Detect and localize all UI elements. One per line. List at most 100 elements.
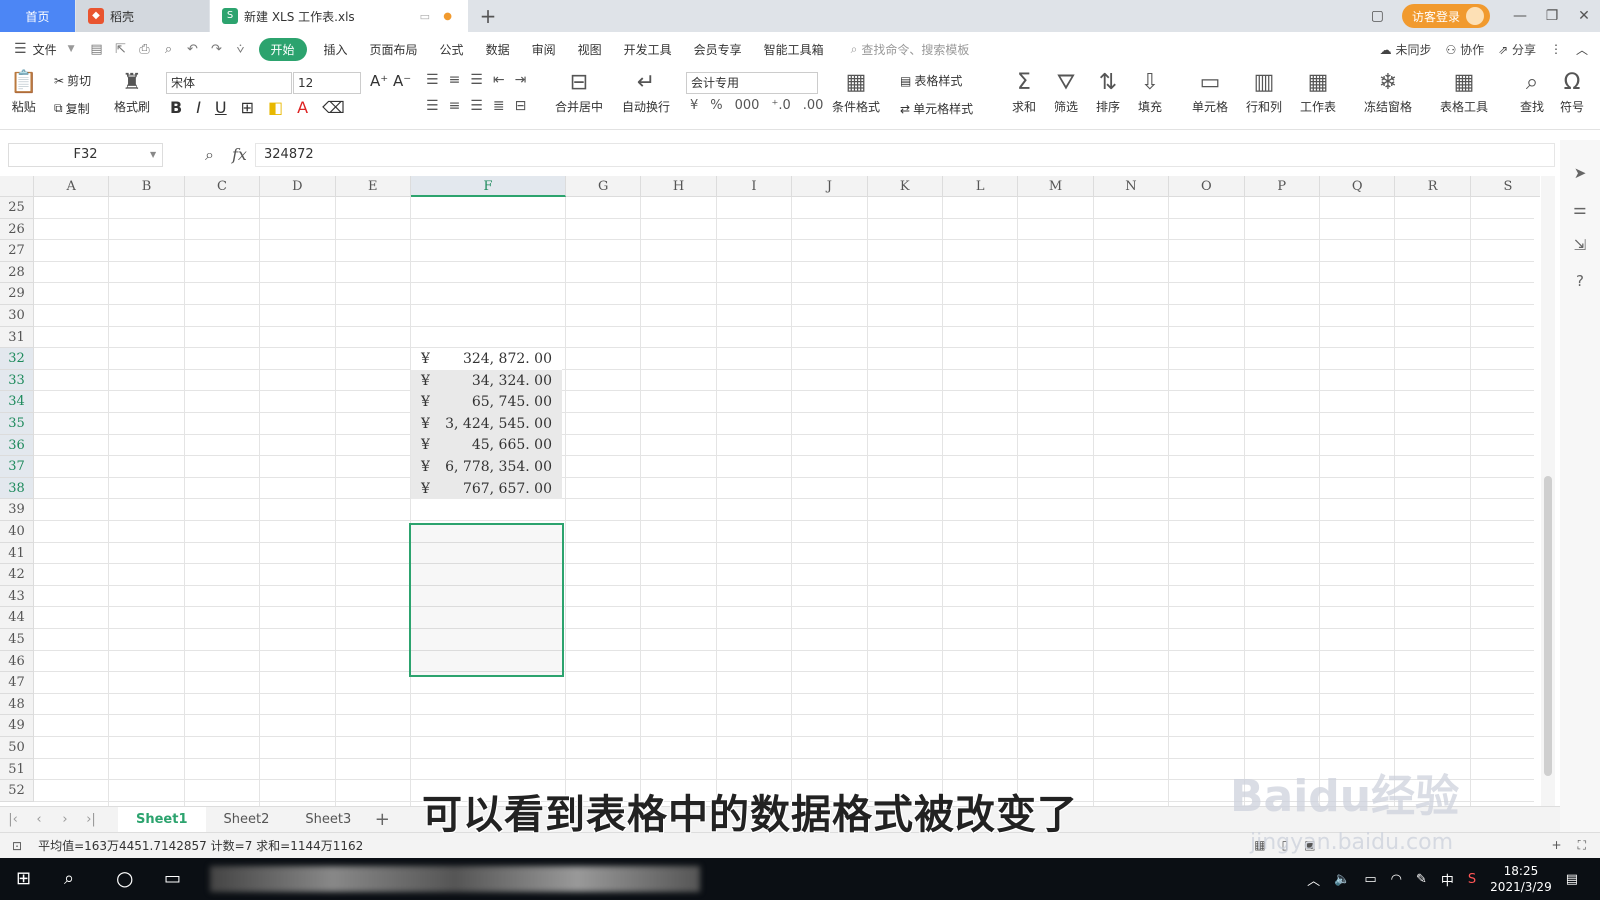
cell-button[interactable]: ▭ 单元格 (1192, 68, 1228, 115)
freeze-panes-button[interactable]: ❄ 冻结窗格 (1364, 68, 1412, 115)
format-painter-button[interactable]: ♜ 格式刷 (114, 68, 150, 115)
restore-icon[interactable]: ❐ (1536, 8, 1568, 24)
menu-formula[interactable]: 公式 (429, 41, 475, 58)
table-cell[interactable]: ¥324, 872. 00 (411, 348, 562, 370)
fx-icon[interactable]: fx (232, 145, 247, 164)
decrease-decimal-icon[interactable]: .00 (803, 98, 824, 113)
select-all-corner[interactable] (0, 176, 34, 197)
paste-button[interactable]: 📋 粘贴 (10, 68, 37, 115)
transform-icon[interactable]: ⇲ (1574, 236, 1587, 254)
selected-range[interactable] (409, 523, 564, 677)
sum-button[interactable]: Σ 求和 (1012, 68, 1036, 115)
tray-expand-icon[interactable]: ︿ (1307, 870, 1320, 889)
sort-button[interactable]: ⇅ 排序 (1096, 68, 1120, 115)
row-header[interactable]: 29 (0, 283, 34, 305)
print-preview-icon[interactable]: ⌕ (157, 42, 181, 57)
cut-button[interactable]: ✂ 剪切 (54, 72, 91, 89)
increase-font-icon[interactable]: A⁺ (370, 72, 388, 90)
bold-icon[interactable]: B (170, 98, 182, 117)
share-button[interactable]: ⇗ 分享 (1498, 41, 1536, 58)
ime-indicator[interactable]: 中 (1441, 870, 1454, 889)
name-box-dropdown-icon[interactable]: ▼ (150, 150, 156, 159)
collapse-ribbon-icon[interactable]: ︿ (1576, 41, 1588, 58)
row-header[interactable]: 34 (0, 391, 34, 413)
row-header[interactable]: 39 (0, 499, 34, 521)
menu-developer[interactable]: 开发工具 (613, 41, 683, 58)
table-tools-button[interactable]: ▦ 表格工具 (1440, 68, 1488, 115)
fullscreen-icon[interactable]: ⛶ (1578, 838, 1586, 853)
command-search[interactable]: 查找命令、搜索模板 (861, 41, 969, 58)
tab-daoke[interactable]: ◆ 稻壳 (76, 0, 209, 32)
print-icon[interactable]: ⎙ (133, 42, 157, 57)
menu-member[interactable]: 会员专享 (683, 41, 753, 58)
column-header[interactable]: C (184, 176, 261, 197)
row-header[interactable]: 31 (0, 326, 34, 349)
row-header[interactable]: 52 (0, 780, 34, 802)
row-header[interactable]: 37 (0, 456, 34, 478)
justify-icon[interactable]: ≣ (493, 98, 505, 114)
align-middle-icon[interactable]: ≡ (449, 72, 461, 88)
zoom-formula-icon[interactable]: ⌕ (205, 145, 214, 165)
tab-document[interactable]: S 新建 XLS 工作表.xls ▭ ● (210, 0, 468, 32)
align-center-icon[interactable]: ≡ (449, 98, 461, 114)
sync-status[interactable]: ☁ 未同步 (1380, 41, 1432, 58)
row-header[interactable]: 44 (0, 607, 34, 629)
table-cell[interactable]: ¥34, 324. 00 (411, 369, 562, 392)
task-view-icon[interactable]: ▭ (164, 868, 181, 889)
customize-icon[interactable]: ⩒ (229, 42, 253, 57)
menu-file[interactable]: 文件 (27, 41, 68, 58)
font-name-select[interactable]: 宋体 (166, 72, 292, 94)
indent-icon[interactable]: ⇥ (515, 72, 527, 88)
font-color-icon[interactable]: A (297, 98, 308, 117)
row-header[interactable]: 45 (0, 629, 34, 651)
column-header[interactable]: Q (1320, 176, 1396, 197)
fill-button[interactable]: ⇩ 填充 (1138, 68, 1162, 115)
windows-start-icon[interactable]: ⊞ (16, 868, 31, 889)
clock[interactable]: 18:25 2021/3/29 (1490, 863, 1552, 895)
row-header[interactable]: 41 (0, 542, 34, 565)
currency-icon[interactable]: ¥ (690, 98, 698, 113)
row-header[interactable]: 32 (0, 348, 34, 370)
row-header[interactable]: 43 (0, 585, 34, 608)
sheet-tab-1[interactable]: Sheet1 (118, 806, 206, 833)
column-header[interactable]: G (566, 176, 642, 197)
close-icon[interactable]: ✕ (1568, 8, 1600, 24)
redo-icon[interactable]: ↷ (205, 42, 229, 57)
search-icon[interactable]: ⌕ (64, 868, 74, 889)
column-header[interactable]: A (34, 176, 110, 197)
row-header[interactable]: 26 (0, 218, 34, 241)
macro-icon[interactable]: ⊡ (12, 839, 22, 853)
table-style-button[interactable]: ▤ 表格样式 (900, 72, 962, 89)
worksheet-button[interactable]: ▦ 工作表 (1300, 68, 1336, 115)
row-header[interactable]: 35 (0, 413, 34, 435)
row-header[interactable]: 50 (0, 737, 34, 759)
column-header[interactable]: B (109, 176, 185, 197)
undo-icon[interactable]: ↶ (181, 42, 205, 57)
row-header[interactable]: 27 (0, 240, 34, 262)
copy-button[interactable]: ⧉ 复制 (54, 100, 90, 117)
row-header[interactable]: 51 (0, 758, 34, 781)
row-header[interactable]: 36 (0, 434, 34, 457)
filter-button[interactable]: ⛛ 筛选 (1054, 68, 1078, 115)
login-button[interactable]: 访客登录 (1401, 4, 1490, 28)
fill-color-icon[interactable]: ◧ (268, 98, 283, 117)
row-col-button[interactable]: ▥ 行和列 (1246, 68, 1282, 115)
border-icon[interactable]: ⊞ (241, 98, 254, 117)
align-bottom-icon[interactable]: ☰ (470, 72, 483, 88)
volume-icon[interactable]: 🔈 (1334, 872, 1350, 887)
align-left-icon[interactable]: ☰ (426, 98, 439, 114)
sheet-tab-3[interactable]: Sheet3 (287, 812, 369, 827)
new-tab-button[interactable]: + (470, 0, 506, 32)
add-sheet-icon[interactable]: + (369, 809, 395, 830)
column-header[interactable]: O (1169, 176, 1245, 197)
spreadsheet-grid[interactable]: ABCDEFGHIJKLMNOPQRS 25 26 27 28 29 30 31 32 33 34… (0, 176, 1540, 806)
cortana-icon[interactable]: ○ (116, 866, 133, 890)
notification-icon[interactable]: ▤ (1566, 872, 1578, 887)
cell-style-button[interactable]: ⇄ 单元格样式 (900, 100, 973, 117)
menu-insert[interactable]: 插入 (313, 41, 359, 58)
column-header[interactable]: N (1093, 176, 1170, 197)
column-header[interactable]: J (792, 176, 868, 197)
table-cell[interactable]: ¥3, 424, 545. 00 (411, 413, 562, 435)
align-top-icon[interactable]: ☰ (426, 72, 439, 88)
save-icon[interactable]: ▤ (85, 42, 109, 57)
